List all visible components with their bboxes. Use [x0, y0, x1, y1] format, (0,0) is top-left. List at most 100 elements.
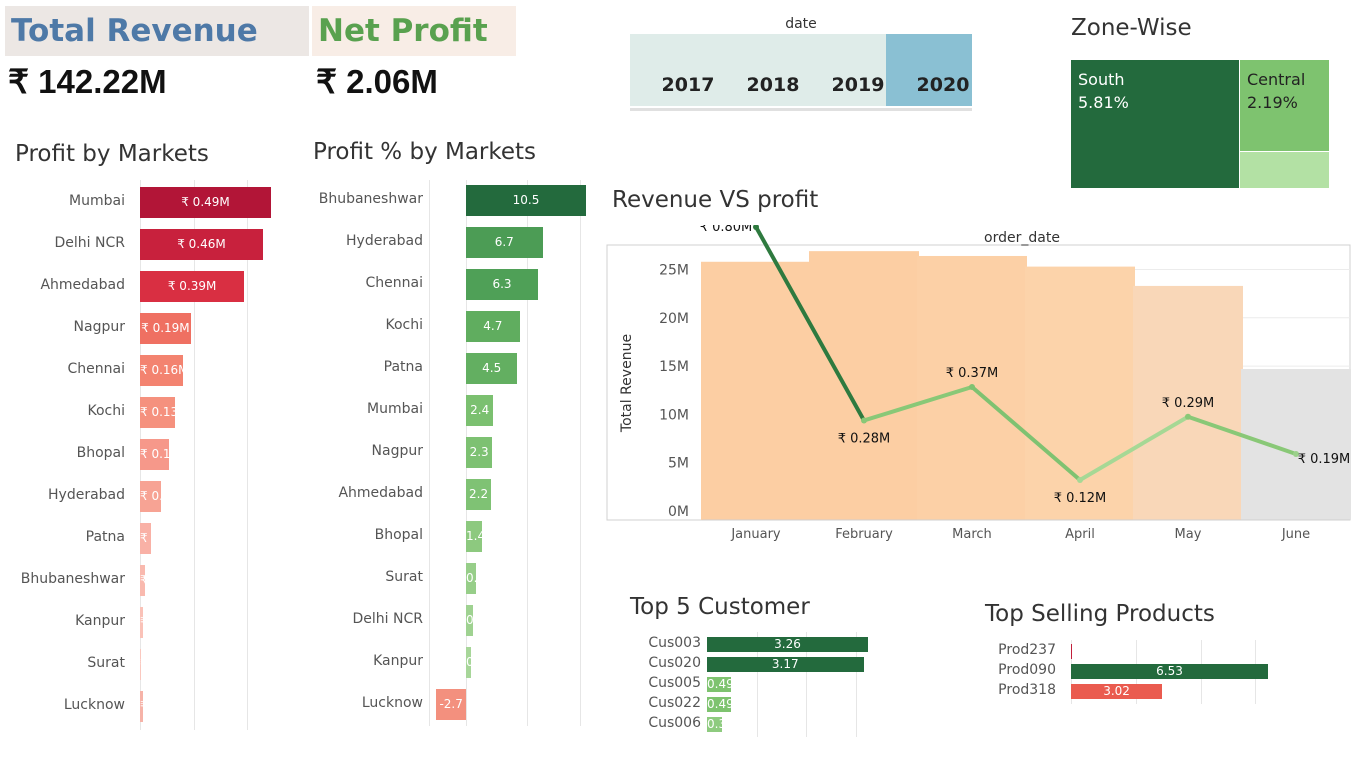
- profit-by-markets-title: Profit by Markets: [15, 141, 209, 167]
- profit-pct-row-label: Mumbai: [367, 401, 423, 417]
- month-label: March: [952, 527, 992, 542]
- top-product-bar[interactable]: [1071, 643, 1072, 659]
- profit-pct-row-label: Hyderabad: [346, 233, 423, 249]
- top-customer-bar[interactable]: 3.17: [707, 656, 864, 672]
- profit-by-markets-row-label: Ahmedabad: [40, 277, 125, 293]
- total-revenue-title: Total Revenue: [5, 6, 309, 56]
- zone-tile-central[interactable]: Central 2.19%: [1240, 60, 1329, 151]
- profit-by-markets-bar-label: ₹ 0.39M: [167, 278, 217, 293]
- year-2017-option[interactable]: 2017: [648, 74, 728, 96]
- profit-by-markets-row-label: Mumbai: [69, 193, 125, 209]
- profit-by-markets-bar[interactable]: ₹ 0.01M: [140, 690, 143, 722]
- profit-pct-by-markets-title: Profit % by Markets: [313, 139, 537, 165]
- zone-central-value: 2.19%: [1247, 93, 1298, 112]
- profit-point: [1077, 477, 1083, 483]
- profit-point: [861, 417, 867, 424]
- profit-pct-bar[interactable]: 6.7: [466, 226, 543, 258]
- profit-by-markets-bar[interactable]: ₹ 0.04M: [140, 522, 151, 554]
- profit-label: ₹ 0.80M: [700, 225, 753, 235]
- top-customer-bar[interactable]: 0.49: [707, 696, 732, 712]
- profit-pct-row-label: Kochi: [385, 317, 423, 333]
- profit-pct-bar[interactable]: 6.3: [466, 268, 538, 300]
- profit-pct-bar-label: 1.4: [466, 528, 482, 543]
- order-date-header: order_date: [984, 230, 1060, 246]
- profit-pct-row-label: Patna: [383, 359, 423, 375]
- profit-pct-bar-label: 0.6: [466, 612, 473, 627]
- y-tick-label: 25M: [659, 263, 689, 279]
- top-product-row-label: Prod090: [998, 662, 1056, 678]
- y-tick-label: 5M: [668, 456, 689, 472]
- profit-pct-bar[interactable]: 0.4: [466, 646, 471, 678]
- profit-by-markets-bar[interactable]: ₹ 0.08M: [140, 480, 162, 512]
- profit-label: ₹ 0.37M: [946, 366, 999, 381]
- profit-by-markets-row-label: Delhi NCR: [54, 235, 125, 251]
- profit-by-markets-row-label: Hyderabad: [48, 487, 125, 503]
- zone-tile-other[interactable]: [1240, 152, 1329, 188]
- revenue-bar: [1241, 368, 1351, 520]
- profit-by-markets-bar-label: ₹ 0.13M: [140, 404, 175, 419]
- top-product-row-label: Prod318: [998, 682, 1056, 698]
- top-products-chart: Prod237 Prod090 6.53 Prod318 3.02: [985, 640, 1285, 704]
- profit-pct-bar[interactable]: 2.3: [466, 436, 493, 468]
- profit-pct-bar[interactable]: 10.5: [466, 184, 586, 216]
- y-tick-label: 15M: [659, 359, 689, 375]
- profit-pct-bar[interactable]: 0.9: [466, 562, 477, 594]
- top-customer-bar-label: 0.49: [707, 696, 732, 711]
- y-tick-label: 20M: [659, 311, 689, 327]
- zone-tile-south[interactable]: South 5.81%: [1071, 60, 1239, 188]
- profit-by-markets-bar[interactable]: ₹ 0.00M: [140, 648, 142, 680]
- profit-pct-row-label: Lucknow: [361, 695, 423, 711]
- top-customer-bar-label: 0.3: [707, 716, 722, 731]
- profit-by-markets-bar[interactable]: ₹ 0.39M: [140, 270, 245, 302]
- profit-by-markets-bar-label: ₹ 0.19M: [141, 320, 190, 335]
- month-label: May: [1175, 527, 1202, 542]
- profit-pct-bar-label: 6.3: [492, 276, 512, 291]
- profit-by-markets-row-label: Kanpur: [75, 613, 125, 629]
- top-customer-bar[interactable]: 0.3: [707, 716, 722, 732]
- profit-pct-row-label: Chennai: [365, 275, 423, 291]
- profit-by-markets-bar[interactable]: ₹ 0.02M: [140, 564, 146, 596]
- profit-by-markets-bar[interactable]: ₹ 0.49M: [140, 186, 271, 218]
- profit-by-markets-row-label: Bhopal: [76, 445, 125, 461]
- profit-by-markets-gridline: [247, 180, 248, 730]
- profit-by-markets-row-label: Kochi: [87, 403, 125, 419]
- net-profit-title: Net Profit: [312, 6, 516, 56]
- profit-pct-bar[interactable]: 4.7: [466, 310, 520, 342]
- top-customer-bar[interactable]: 3.26: [707, 636, 868, 652]
- profit-pct-bar-label: 0.4: [466, 654, 471, 669]
- profit-by-markets-bar[interactable]: ₹ 0.46M: [140, 228, 263, 260]
- profit-pct-row-label: Kanpur: [373, 653, 423, 669]
- profit-by-markets-bar[interactable]: ₹ 0.19M: [140, 312, 191, 344]
- profit-by-markets-bar[interactable]: ₹ 0.11M: [140, 438, 170, 470]
- profit-by-markets-bar-label: ₹ 0.01M: [140, 691, 143, 722]
- profit-by-markets-chart: Mumbai ₹ 0.49M Delhi NCR ₹ 0.46M Ahmedabad ₹ …: [0, 180, 300, 730]
- profit-pct-row-label: Surat: [385, 569, 423, 585]
- year-2018-option[interactable]: 2018: [733, 74, 813, 96]
- top-customer-bar[interactable]: 0.49: [707, 676, 732, 692]
- top-customer-bar-label: 0.49: [707, 676, 732, 691]
- profit-pct-bar-label: 0.9: [466, 570, 476, 585]
- top-product-bar[interactable]: 3.02: [1071, 683, 1163, 699]
- profit-pct-bar[interactable]: 2.2: [466, 478, 492, 510]
- profit-pct-bar[interactable]: 2.4: [466, 394, 494, 426]
- profit-point: [969, 383, 975, 390]
- top-customer-row-label: Cus005: [648, 675, 701, 691]
- profit-by-markets-bar[interactable]: ₹ 0.13M: [140, 396, 175, 428]
- profit-by-markets-row-label: Surat: [87, 655, 125, 671]
- profit-pct-bar[interactable]: -2.7: [436, 688, 466, 720]
- profit-pct-gridline: [580, 180, 581, 726]
- profit-by-markets-row-label: Chennai: [67, 361, 125, 377]
- profit-pct-bar[interactable]: 4.5: [466, 352, 518, 384]
- date-filter: date 2017 2018 2019 2020: [630, 14, 972, 112]
- profit-by-markets-bar[interactable]: ₹ 0.16M: [140, 354, 183, 386]
- profit-pct-bar[interactable]: 0.6: [466, 604, 473, 636]
- year-2019-option[interactable]: 2019: [818, 74, 898, 96]
- top-product-bar[interactable]: 6.53: [1071, 663, 1268, 679]
- revenue-bar: [809, 251, 919, 520]
- year-2020-option[interactable]: 2020: [903, 74, 983, 96]
- profit-by-markets-bar[interactable]: ₹ 0.01M: [140, 606, 143, 638]
- top-customer-row-label: Cus003: [648, 635, 701, 651]
- profit-pct-bar[interactable]: 1.4: [466, 520, 482, 552]
- zone-central-name: Central: [1247, 70, 1306, 89]
- date-filter-scrollbar[interactable]: [630, 108, 972, 111]
